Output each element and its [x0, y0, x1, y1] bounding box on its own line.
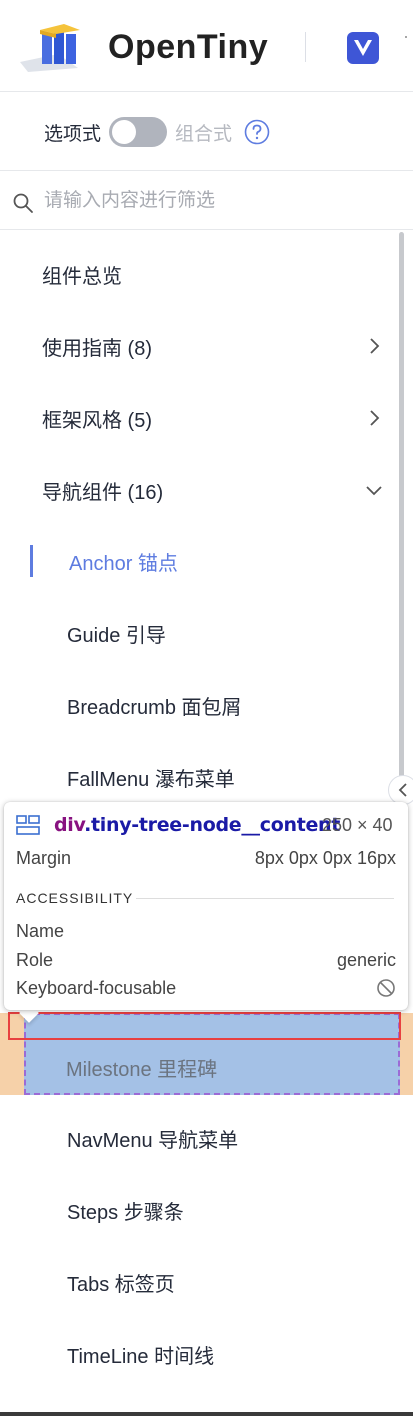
menu-item-label: 组件总览 [42, 265, 122, 288]
menu-item-label: TimeLine 时间线 [67, 1345, 215, 1368]
menu-group-guide[interactable]: 使用指南 (8) [0, 310, 398, 382]
menu-item-label: FallMenu 瀑布菜单 [67, 768, 235, 791]
element-class: .tiny-tree-node__content [84, 814, 341, 836]
menu-scrollbar[interactable] [399, 232, 404, 802]
menu-item-navmenu[interactable]: NavMenu 导航菜单 [0, 1102, 398, 1174]
name-label: Name [16, 921, 65, 941]
sidebar-collapse-button[interactable] [388, 775, 413, 805]
margin-label: Margin [16, 848, 72, 868]
menu-item-anchor[interactable]: Anchor 锚点 [0, 525, 398, 597]
menu-item-label: NavMenu 导航菜单 [67, 1129, 239, 1152]
menu-item-label: Anchor 锚点 [69, 552, 178, 575]
menu-item-label: Guide 引导 [67, 624, 166, 647]
brand-title[interactable]: OpenTiny [108, 28, 268, 67]
menu-item-milestone[interactable]: Milestone 里程碑 [66, 1053, 217, 1082]
filter-search-input[interactable] [44, 186, 384, 216]
block-icon [377, 979, 395, 997]
element-size: 250 × 40 [322, 815, 393, 835]
menu-item-label: Breadcrumb 面包屑 [67, 696, 242, 719]
selection-outline [8, 1012, 401, 1040]
api-mode-switch-row: 选项式 组合式 [44, 115, 270, 149]
vue-icon[interactable] [347, 32, 379, 64]
menu-item-label: Steps 步骤条 [67, 1201, 184, 1224]
margin-value: 8px 0px 0px 16px [254, 848, 396, 868]
element-selector: div.tiny-tree-node__content [54, 814, 340, 836]
menu-item-tabs[interactable]: Tabs 标签页 [0, 1246, 398, 1318]
role-value: generic [336, 950, 396, 970]
element-tag: div [54, 814, 85, 836]
menu-item-timeline[interactable]: TimeLine 时间线 [0, 1318, 398, 1390]
accessibility-divider [136, 898, 394, 899]
top-header: OpenTiny · [0, 0, 413, 92]
chevron-right-icon [370, 338, 380, 354]
element-grid-icon [16, 815, 40, 835]
toggle-knob [112, 120, 137, 144]
menu-item-breadcrumb[interactable]: Breadcrumb 面包屑 [0, 669, 398, 741]
menu-group-frame-style[interactable]: 框架风格 (5) [0, 382, 398, 454]
chevron-down-icon [366, 486, 382, 496]
truncated-header-item[interactable]: · [403, 26, 413, 46]
accessibility-heading: ACCESSIBILITY [16, 890, 134, 906]
menu-group-label: 使用指南 (8) [42, 337, 152, 360]
menu-group-label: 框架风格 (5) [42, 409, 152, 432]
chevron-left-icon [398, 783, 407, 797]
role-row: Role generic [16, 950, 396, 971]
role-label: Role [16, 950, 54, 970]
search-icon [13, 193, 33, 213]
menu-group-navigation[interactable]: 导航组件 (16) [0, 454, 398, 526]
api-mode-toggle[interactable] [109, 117, 168, 147]
menu-item-overview[interactable]: 组件总览 [0, 238, 398, 310]
menu-item-guide[interactable]: Guide 引导 [0, 597, 398, 669]
composition-api-label: 组合式 [175, 123, 233, 145]
header-divider [305, 32, 306, 62]
opentiny-logo-icon[interactable] [18, 22, 90, 72]
chevron-right-icon [370, 410, 380, 426]
bottom-edge [0, 1412, 413, 1416]
name-row: Name [16, 921, 396, 942]
menu-item-steps[interactable]: Steps 步骤条 [0, 1174, 398, 1246]
menu-group-label: 导航组件 (16) [42, 481, 164, 504]
margin-row: Margin 8px 0px 0px 16px [16, 848, 396, 869]
menu-item-label: Tabs 标签页 [67, 1273, 175, 1296]
options-api-label: 选项式 [44, 123, 102, 145]
focusable-label: Keyboard-focusable [16, 978, 177, 998]
focusable-row: Keyboard-focusable [16, 978, 396, 999]
vue-logo-glyph [354, 40, 372, 56]
question-circle-icon[interactable] [244, 119, 270, 145]
